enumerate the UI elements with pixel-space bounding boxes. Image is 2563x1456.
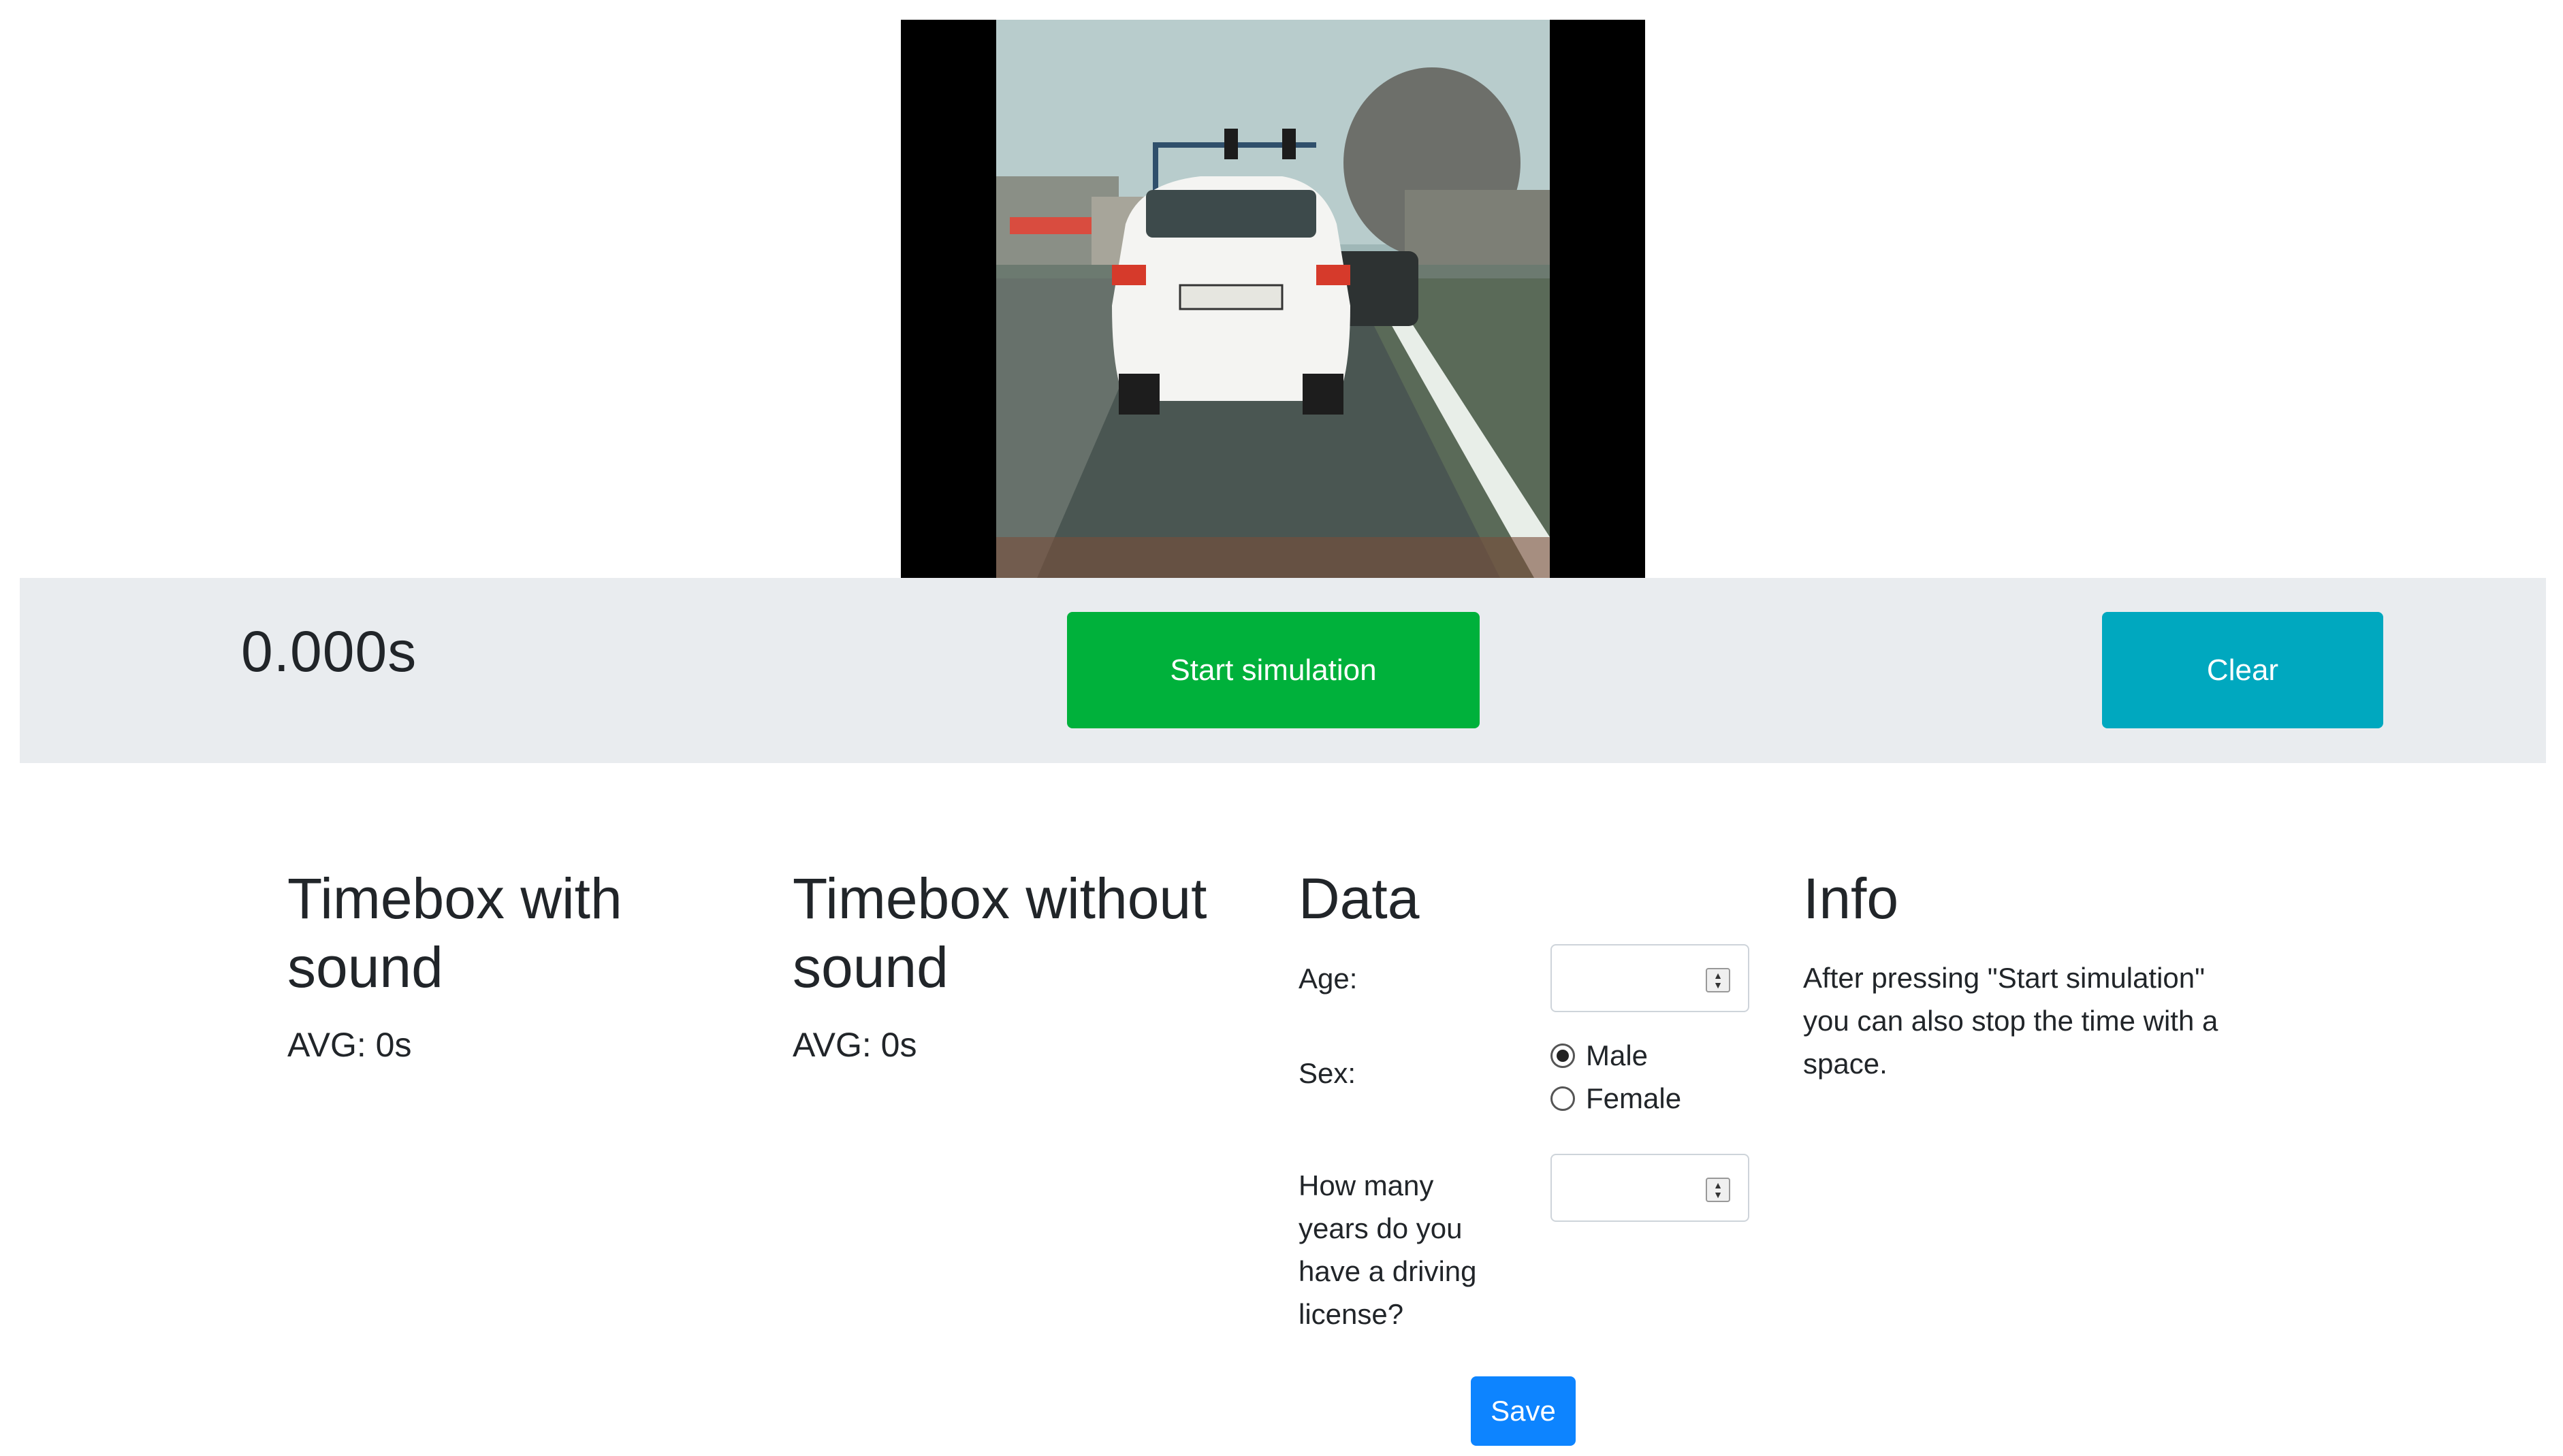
sex-option-male[interactable]: Male <box>1550 1035 1648 1076</box>
page: 0.000s Start simulation Clear Timebox wi… <box>0 0 2563 1456</box>
info-text: After pressing "Start simulation" you ca… <box>1803 962 2218 1080</box>
age-label: Age: <box>1299 962 1358 994</box>
save-button[interactable]: Save <box>1471 1376 1576 1446</box>
data-form: Data Age: ▲ ▼ Sex: Male Female How many … <box>1299 864 1775 1330</box>
number-spinner-icon[interactable]: ▲ ▼ <box>1706 968 1730 992</box>
start-simulation-button[interactable]: Start simulation <box>1067 612 1480 728</box>
age-input[interactable]: ▲ ▼ <box>1550 944 1749 1012</box>
timebox-without-sound-title: Timebox without sound <box>793 867 1207 999</box>
data-form-title: Data <box>1299 867 1420 931</box>
number-spinner-icon[interactable]: ▲ ▼ <box>1706 1178 1730 1202</box>
spinner-up-icon[interactable]: ▲ <box>1713 1180 1723 1190</box>
license-years-input[interactable]: ▲ ▼ <box>1550 1154 1749 1222</box>
sex-option-female-label: Female <box>1586 1082 1682 1114</box>
license-years-label: How many years do you have a driving lic… <box>1299 1169 1477 1330</box>
spinner-down-icon[interactable]: ▼ <box>1713 980 1723 990</box>
clear-button[interactable]: Clear <box>2102 612 2383 728</box>
timebox-with-sound: Timebox with sound AVG: 0s <box>287 864 764 1065</box>
dashcam-video-frame <box>996 20 1550 578</box>
spinner-up-icon[interactable]: ▲ <box>1713 971 1723 980</box>
sex-option-female[interactable]: Female <box>1550 1078 1681 1119</box>
video-player[interactable] <box>901 20 1645 578</box>
info-title: Info <box>1803 867 1899 931</box>
sex-label: Sex: <box>1299 1057 1356 1089</box>
radio-unchecked-icon[interactable] <box>1550 1086 1575 1111</box>
info-panel: Info After pressing "Start simulation" y… <box>1803 864 2280 1085</box>
control-bar: 0.000s Start simulation Clear <box>20 578 2546 763</box>
timebox-with-sound-title: Timebox with sound <box>287 867 622 999</box>
radio-checked-icon[interactable] <box>1550 1044 1575 1068</box>
reaction-timer: 0.000s <box>241 619 417 683</box>
spinner-down-icon[interactable]: ▼ <box>1713 1190 1723 1199</box>
timebox-without-sound-avg: AVG: 0s <box>793 1026 917 1064</box>
sex-option-male-label: Male <box>1586 1039 1649 1071</box>
timebox-without-sound: Timebox without sound AVG: 0s <box>793 864 1269 1065</box>
timebox-with-sound-avg: AVG: 0s <box>287 1026 412 1064</box>
